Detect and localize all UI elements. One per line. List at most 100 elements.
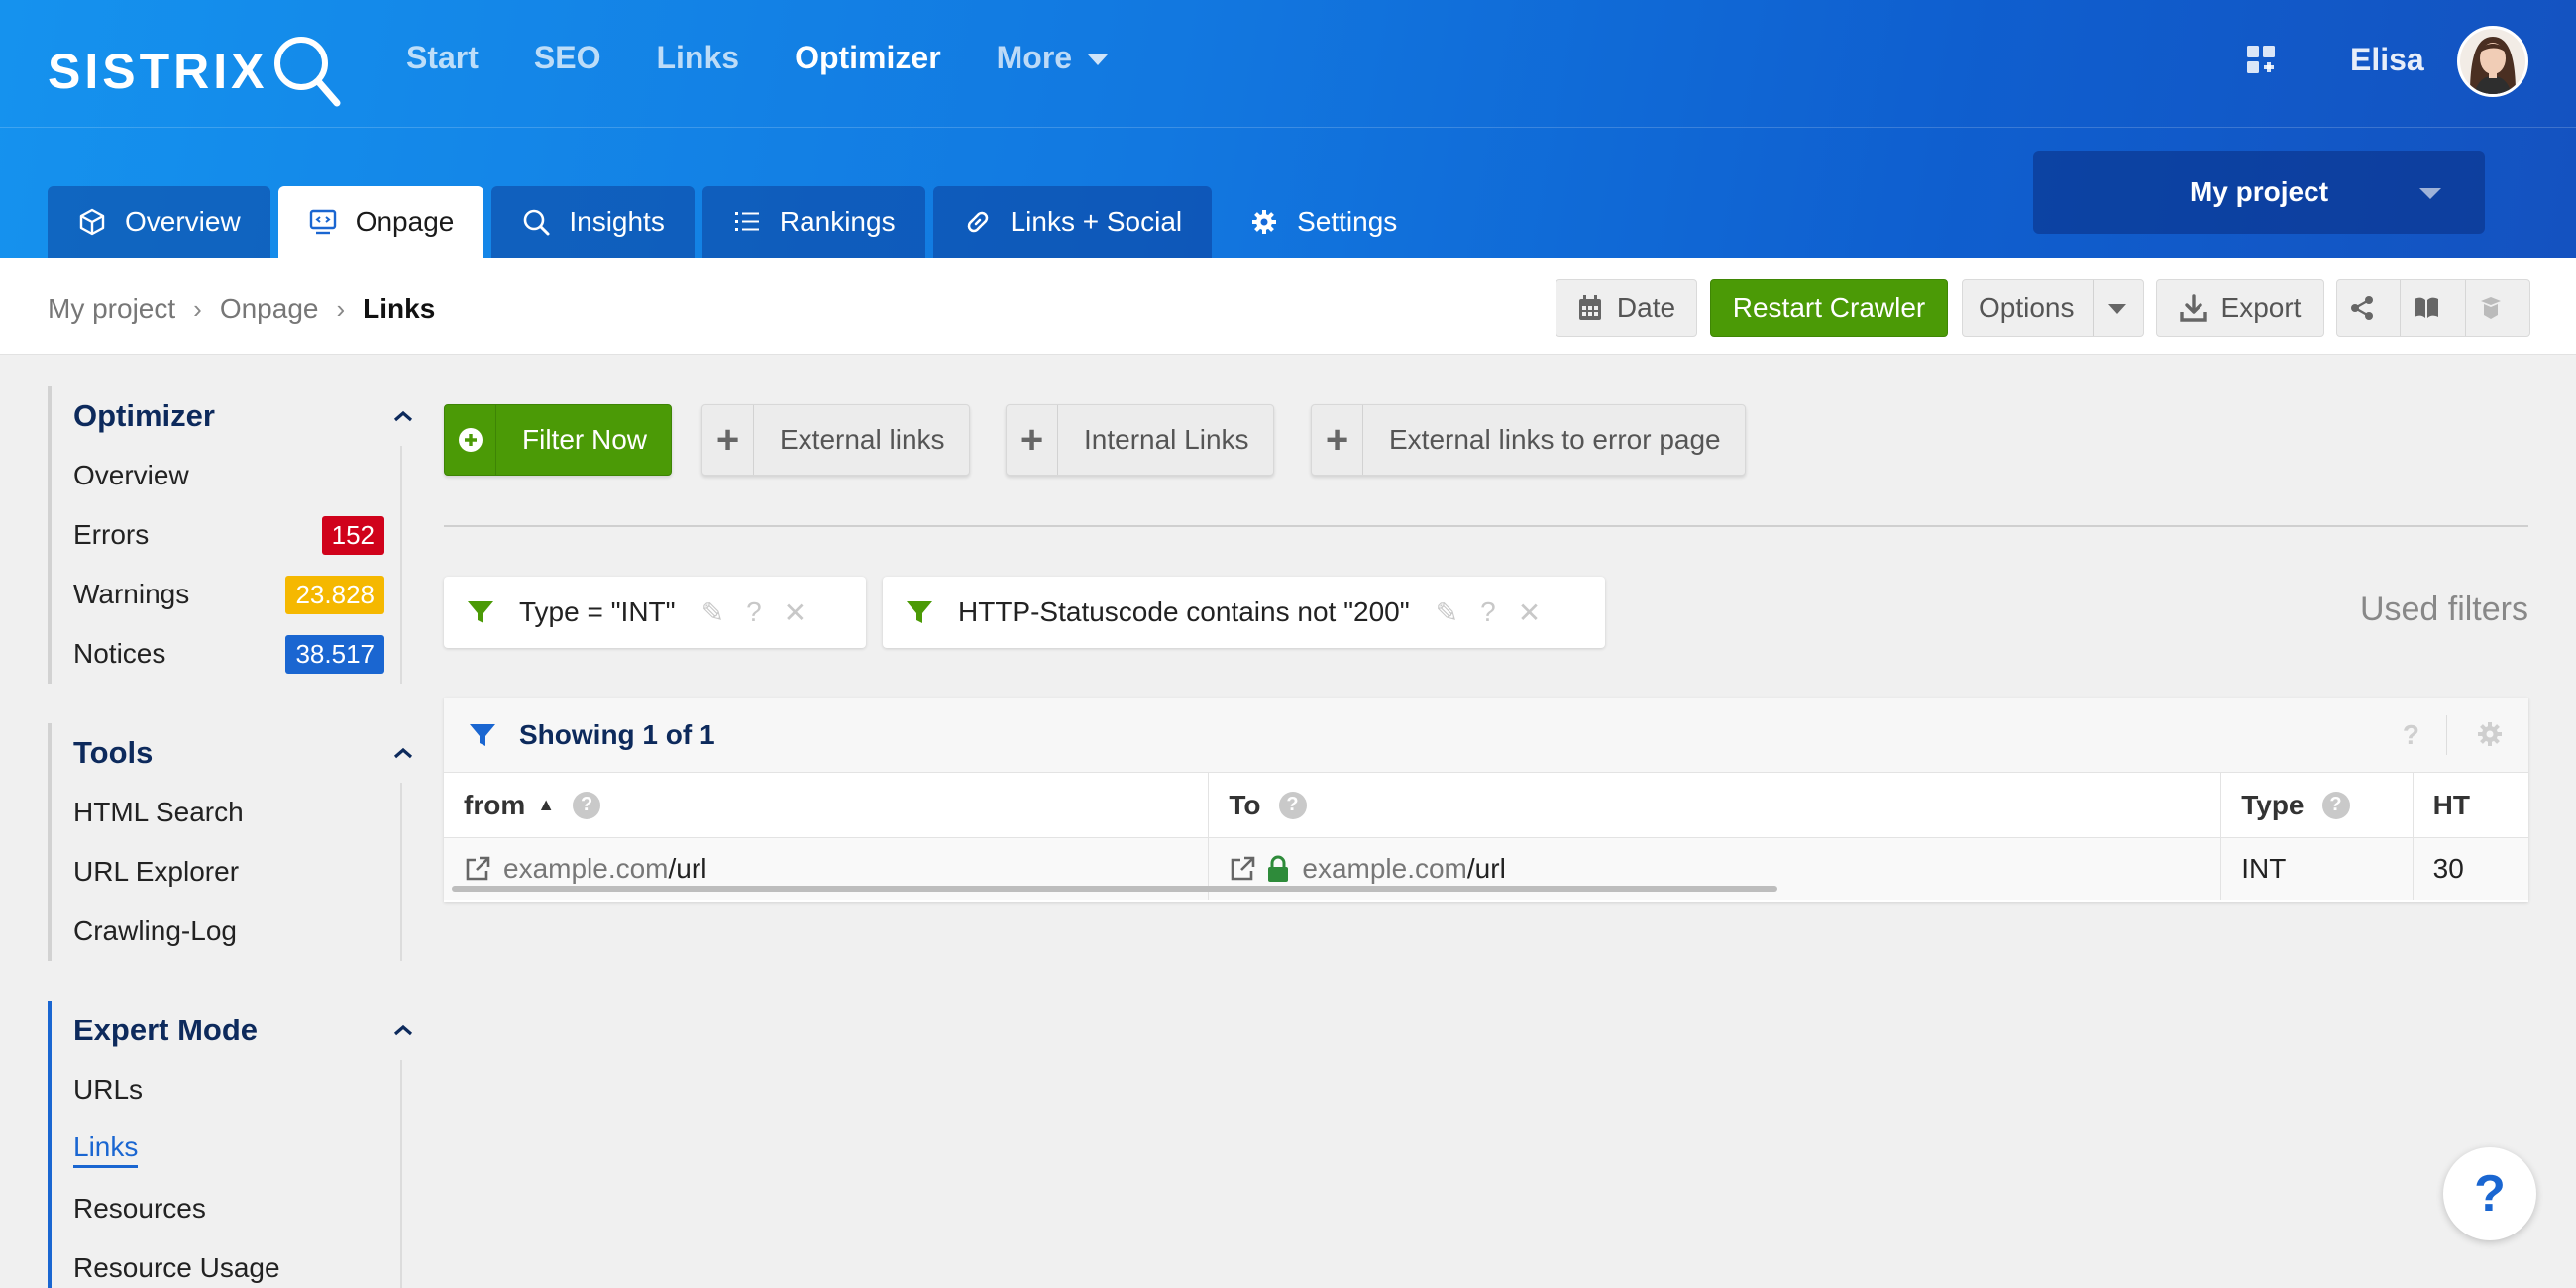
tab-onpage-label: Onpage bbox=[355, 206, 455, 237]
page-toolbar: My project › Onpage › Links Date Restart… bbox=[0, 258, 2576, 355]
question-icon[interactable]: ? bbox=[1480, 596, 1496, 628]
sidebar-header-tools[interactable]: Tools bbox=[73, 723, 414, 783]
chevron-up-icon bbox=[393, 1024, 413, 1036]
sidebar-item-warnings[interactable]: Warnings 23.828 bbox=[73, 565, 414, 624]
question-icon[interactable]: ? bbox=[2403, 719, 2419, 751]
column-header-to[interactable]: To ? bbox=[1209, 773, 2222, 837]
sidebar-item-resources[interactable]: Resources bbox=[73, 1179, 414, 1238]
toolbar-icon-group bbox=[2336, 279, 2530, 337]
sidebar-group-tools: Tools HTML Search URL Explorer Crawling-… bbox=[48, 723, 414, 961]
monitor-code-icon bbox=[309, 209, 336, 235]
tab-insights[interactable]: Insights bbox=[491, 186, 695, 258]
tab-settings[interactable]: Settings bbox=[1220, 186, 1427, 258]
manual-button[interactable] bbox=[2401, 280, 2466, 336]
sidebar-item-crawling-log[interactable]: Crawling-Log bbox=[73, 902, 414, 961]
filter-chip-type[interactable]: Type = "INT" ✎ ? ✕ bbox=[444, 577, 866, 648]
nav-more[interactable]: More bbox=[997, 40, 1109, 76]
caret-down-icon bbox=[1088, 54, 1109, 65]
graduation-icon bbox=[2481, 297, 2501, 319]
sidebar-item-html-search[interactable]: HTML Search bbox=[73, 783, 414, 842]
add-internal-links-filter[interactable]: + Internal Links bbox=[1006, 404, 1274, 476]
add-external-links-filter[interactable]: + External links bbox=[701, 404, 970, 476]
options-button[interactable]: Options bbox=[1962, 279, 2144, 337]
breadcrumb-onpage[interactable]: Onpage bbox=[220, 293, 319, 325]
column-header-type[interactable]: Type ? bbox=[2221, 773, 2414, 837]
sidebar-item-errors[interactable]: Errors 152 bbox=[73, 505, 414, 565]
column-header-from[interactable]: from ▲ ? bbox=[444, 773, 1210, 837]
sidebar-item-overview[interactable]: Overview bbox=[73, 446, 414, 505]
add-external-error-filter[interactable]: + External links to error page bbox=[1311, 404, 1746, 476]
sidebar-item-url-explorer[interactable]: URL Explorer bbox=[73, 842, 414, 902]
tab-links-social[interactable]: Links + Social bbox=[932, 186, 1213, 258]
close-icon[interactable]: ✕ bbox=[1518, 596, 1541, 629]
sidebar-header-label: Tools bbox=[73, 735, 154, 770]
question-icon[interactable]: ? bbox=[746, 596, 762, 628]
column-header-http[interactable]: HT bbox=[2414, 773, 2528, 837]
funnel-icon bbox=[468, 601, 493, 623]
nav-optimizer[interactable]: Optimizer bbox=[795, 40, 941, 76]
caret-down-icon[interactable] bbox=[2108, 304, 2126, 314]
restart-crawler-button[interactable]: Restart Crawler bbox=[1710, 279, 1948, 337]
sidebar-header-label: Optimizer bbox=[73, 398, 215, 433]
pencil-icon[interactable]: ✎ bbox=[1436, 596, 1458, 629]
filter-now-button[interactable]: Filter Now bbox=[444, 404, 673, 476]
sidebar-item-label: URL Explorer bbox=[73, 856, 240, 887]
sidebar-item-resource-usage[interactable]: Resource Usage bbox=[73, 1238, 414, 1288]
breadcrumb-project[interactable]: My project bbox=[48, 293, 175, 325]
sidebar-item-label: HTML Search bbox=[73, 797, 244, 827]
nav-links[interactable]: Links bbox=[656, 40, 739, 76]
sidebar-group-optimizer: Optimizer Overview Errors 152 Warnings 2… bbox=[48, 386, 414, 684]
from-path[interactable]: /url bbox=[669, 853, 707, 885]
download-icon bbox=[2179, 294, 2207, 322]
lock-icon bbox=[1268, 855, 1289, 882]
question-circle-icon[interactable]: ? bbox=[1278, 791, 1307, 819]
external-link-icon[interactable] bbox=[1229, 855, 1256, 883]
chevron-right-icon: › bbox=[336, 293, 346, 324]
tab-rankings[interactable]: Rankings bbox=[701, 186, 925, 258]
from-domain[interactable]: example.com bbox=[503, 853, 669, 885]
share-button[interactable] bbox=[2337, 280, 2401, 336]
avatar[interactable] bbox=[2457, 26, 2528, 97]
to-domain[interactable]: example.com bbox=[1302, 853, 1467, 885]
help-button[interactable]: ? bbox=[2443, 1147, 2536, 1240]
filter-chip-statuscode[interactable]: HTTP-Statuscode contains not "200" ✎ ? ✕ bbox=[883, 577, 1605, 648]
user-name[interactable]: Elisa bbox=[2350, 42, 2424, 78]
internal-links-label: Internal Links bbox=[1084, 424, 1249, 455]
sidebar-divider bbox=[400, 446, 402, 684]
column-label: HT bbox=[2432, 789, 2470, 820]
apps-grid-icon[interactable] bbox=[2245, 44, 2277, 75]
sidebar-divider bbox=[400, 783, 402, 961]
export-button[interactable]: Export bbox=[2156, 279, 2324, 337]
avatar-portrait-icon bbox=[2460, 29, 2525, 94]
sidebar-item-label: Crawling-Log bbox=[73, 915, 237, 946]
sidebar-item-notices[interactable]: Notices 38.517 bbox=[73, 624, 414, 684]
close-icon[interactable]: ✕ bbox=[784, 596, 806, 629]
export-label: Export bbox=[2220, 292, 2302, 323]
tab-overview[interactable]: Overview bbox=[48, 186, 270, 258]
question-circle-icon[interactable]: ? bbox=[573, 791, 601, 819]
date-button-label: Date bbox=[1616, 292, 1676, 323]
sidebar-header-optimizer[interactable]: Optimizer bbox=[73, 386, 414, 446]
tab-onpage[interactable]: Onpage bbox=[277, 186, 484, 258]
sidebar-item-links[interactable]: Links bbox=[73, 1120, 414, 1179]
date-button[interactable]: Date bbox=[1556, 279, 1697, 337]
horizontal-scrollbar[interactable] bbox=[452, 886, 1777, 892]
pencil-icon[interactable]: ✎ bbox=[701, 596, 724, 629]
external-link-icon[interactable] bbox=[464, 855, 491, 883]
sidebar-header-expert-mode[interactable]: Expert Mode bbox=[73, 1001, 414, 1060]
nav-start[interactable]: Start bbox=[406, 40, 479, 76]
caret-down-icon bbox=[2419, 188, 2441, 199]
sidebar-item-urls[interactable]: URLs bbox=[73, 1060, 414, 1120]
academy-button[interactable] bbox=[2466, 280, 2529, 336]
sistrix-logo[interactable]: SISTRIX bbox=[48, 32, 343, 111]
nav-seo[interactable]: SEO bbox=[534, 40, 601, 76]
gear-icon[interactable] bbox=[2475, 719, 2505, 749]
question-circle-icon[interactable]: ? bbox=[2321, 791, 2350, 819]
project-select[interactable]: My project bbox=[2033, 151, 2485, 234]
search-icon bbox=[524, 209, 550, 236]
magnifier-logo-icon bbox=[274, 37, 341, 107]
app-header: SISTRIX Start SEO Links Optimizer More E… bbox=[0, 0, 2576, 258]
sidebar-divider bbox=[400, 1060, 402, 1288]
to-path[interactable]: /url bbox=[1467, 853, 1506, 885]
sidebar-item-label: Errors bbox=[73, 519, 150, 550]
